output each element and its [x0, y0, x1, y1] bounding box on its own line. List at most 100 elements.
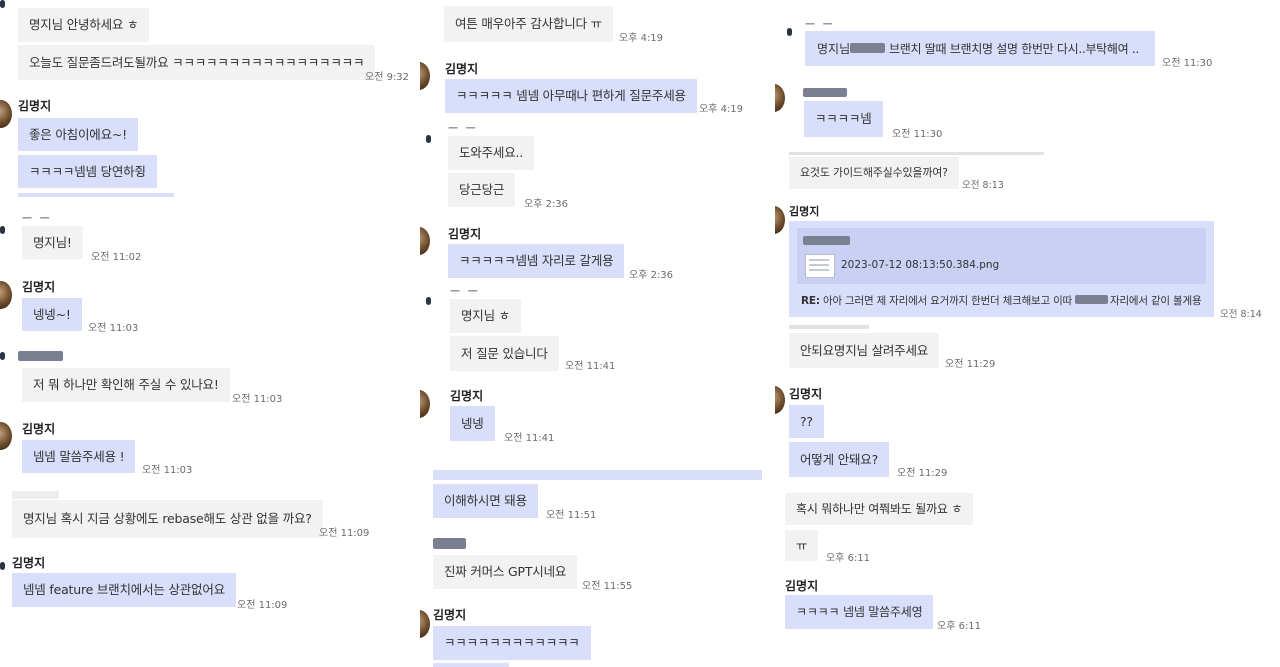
redacted-text: [850, 43, 885, 53]
message-time: 오전 11:41: [504, 433, 555, 444]
avatar-edge: [0, 352, 5, 360]
chat-panel-3: ㅡ ㅡ 명지님 브랜치 딸때 브랜치명 설명 한번만 다시..부탁해여 .. 오…: [775, 0, 1280, 667]
message-bubble: ㅋㅋㅋㅋ넴: [804, 101, 883, 137]
avatar[interactable]: [775, 206, 785, 234]
sender-name: 김명지: [785, 579, 819, 593]
message-bubble: 넹넹: [450, 406, 495, 441]
message-time: 오전 11:03: [232, 394, 283, 405]
avatar[interactable]: [0, 281, 12, 309]
message-time: 오전 11:55: [582, 581, 633, 592]
avatar[interactable]: [420, 227, 430, 255]
sender-name: 김명지: [12, 556, 46, 570]
message-bubble: 좋은 아침이에요~!: [18, 118, 138, 151]
divider: [789, 325, 869, 329]
sender-name: 김명지: [18, 99, 52, 113]
avatar-edge: [787, 28, 792, 36]
message-time: 오전 9:32: [365, 72, 410, 83]
message-bubble: ㅋㅋㅋㅋㅋ 넴넴 아무때나 편하게 질문주세용: [445, 79, 697, 113]
sender-name: ㅡ ㅡ: [22, 212, 52, 225]
reply-text-b: 자리에서 같이 볼게용: [1110, 295, 1202, 307]
message-time: 오전 11:29: [897, 468, 948, 479]
message-bubble: 명지님!: [22, 226, 83, 259]
avatar[interactable]: [775, 84, 785, 112]
sender-name: 김명지: [445, 62, 479, 76]
message-time: 오전 11:03: [88, 323, 139, 334]
message-time: 오후 6:11: [937, 621, 982, 632]
message-time: 오전 11:02: [91, 252, 142, 263]
avatar-edge: [0, 0, 5, 8]
reply-label: RE:: [801, 295, 820, 307]
message-bubble: 여튼 매우아주 감사합니다 ㅠ: [444, 6, 613, 42]
avatar[interactable]: [0, 100, 12, 128]
sender-name: 김명지: [448, 227, 482, 241]
message-time: 오전 11:30: [1162, 58, 1213, 69]
sender-name: ㅡ ㅡ: [450, 285, 480, 298]
message-bubble: ㅋㅋㅋㅋ넴넴 당연하쥥: [18, 155, 157, 188]
message-time: 오후 4:19: [619, 33, 664, 44]
message-time: 오전 11:09: [319, 528, 370, 539]
message-bubble: 명지님 혹시 지금 상황에도 rebase해도 상관 없을 까요?: [12, 500, 323, 538]
redacted-name: [803, 88, 847, 97]
redacted-text: [1075, 295, 1108, 304]
message-time: 오후 6:11: [826, 553, 871, 564]
sender-name: ㅡ ㅡ: [805, 18, 835, 31]
message-bubble: 당근당근: [448, 173, 516, 207]
redacted-name: [433, 538, 466, 549]
divider: [12, 491, 59, 499]
avatar-edge: [0, 562, 5, 570]
message-time: 오전 11:29: [945, 359, 996, 370]
attachment-box[interactable]: [797, 228, 1206, 284]
message-time: 오전 11:09: [237, 600, 288, 611]
avatar-edge: [0, 226, 5, 234]
attachment-filename[interactable]: 2023-07-12 08:13:50.384.png: [841, 259, 999, 271]
message-time: 오후 4:19: [699, 104, 744, 115]
message-time: 오후 2:36: [524, 199, 569, 210]
avatar[interactable]: [420, 390, 430, 418]
chat-panel-1: 명지님 안녕하세요 ㅎ 오늘도 질문좀드려도될까요 ㅋㅋㅋㅋㅋㅋㅋㅋㅋㅋㅋㅋㅋㅋ…: [0, 0, 420, 667]
message-bubble: ㅠ: [785, 530, 819, 561]
sender-name: 김명지: [789, 205, 820, 218]
message-bubble: 넹넹~!: [22, 298, 82, 331]
sender-name: 김명지: [22, 280, 56, 294]
message-time: 오전 11:30: [892, 129, 943, 140]
message-bubble: 이해하시면 돼용: [433, 484, 538, 518]
sender-name: ㅡ ㅡ: [448, 122, 478, 135]
message-text: 브랜치 딸때 브랜치명 설명 한번만 다시..부탁해여 ..: [889, 42, 1139, 56]
message-text: 명지님: [817, 42, 851, 56]
avatar[interactable]: [0, 422, 12, 450]
divider: [789, 152, 1044, 155]
message-bubble: 요것도 가이드해주실수있을까여?: [789, 157, 959, 189]
divider: [433, 470, 762, 480]
message-bubble: 명지님 ㅎ: [450, 299, 521, 333]
message-bubble: 넴넴 말씀주세용 !: [22, 440, 136, 473]
message-bubble: 오늘도 질문좀드려도될까요 ㅋㅋㅋㅋㅋㅋㅋㅋㅋㅋㅋㅋㅋㅋㅋㅋㅋ: [18, 45, 376, 80]
message-time: 오전 11:41: [565, 361, 616, 372]
message-time: 오전 8:13: [962, 180, 1004, 191]
message-bubble: 저 질문 있습니다: [450, 336, 559, 371]
avatar-edge: [426, 135, 431, 143]
message-time: 오전 8:14: [1220, 309, 1262, 320]
message-bubble: 안되요명지님 살려주세요: [789, 333, 940, 368]
redacted-name: [18, 351, 63, 361]
image-file-icon[interactable]: [805, 254, 835, 278]
avatar[interactable]: [420, 610, 430, 638]
avatar[interactable]: [775, 386, 785, 414]
sender-name: 김명지: [433, 608, 467, 622]
reply-text: RE: 아아 그러면 제 자리에서 요거까지 한번더 체크해보고 이따: [801, 293, 1072, 308]
avatar-edge: [426, 297, 431, 305]
message-bubble: 혹시 뭐하나만 여쭤봐도 될까요 ㅎ: [785, 493, 974, 525]
message-bubble: ??: [789, 405, 824, 438]
message-bubble: 도와주세요..: [448, 136, 535, 170]
divider: [433, 663, 509, 667]
message-bubble: 명지님 안녕하세요 ㅎ: [18, 8, 150, 42]
sender-name: 김명지: [789, 387, 823, 401]
message-bubble: 어떻게 안돼요?: [789, 442, 890, 477]
message-bubble: 저 뭐 하나만 확인해 주실 수 있나요!: [22, 368, 230, 402]
divider: [18, 193, 174, 197]
message-time: 오후 2:36: [629, 270, 674, 281]
avatar[interactable]: [420, 62, 430, 90]
message-bubble: ㅋㅋㅋㅋㅋㅋㅋㅋㅋㅋㅋㅋ: [433, 626, 591, 660]
message-time: 오전 11:51: [546, 510, 597, 521]
message-bubble: 진짜 커머스 GPT시네요: [433, 555, 578, 589]
sender-name: 김명지: [450, 389, 484, 403]
